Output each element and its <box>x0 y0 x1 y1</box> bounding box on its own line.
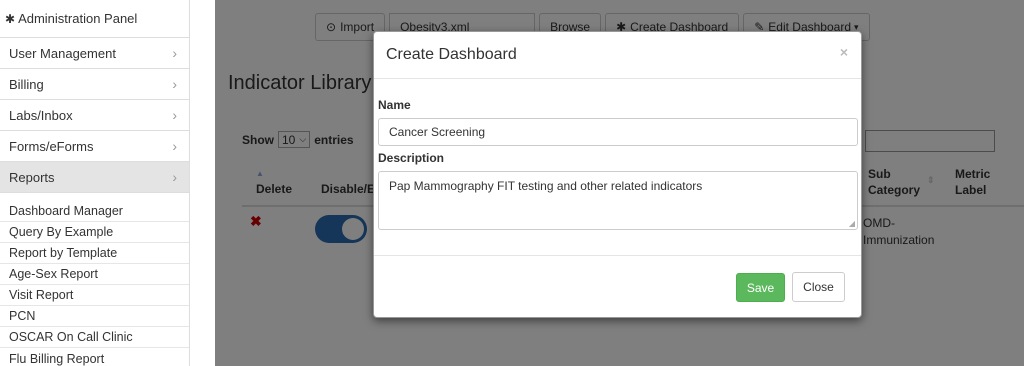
admin-sidebar: ✱ Administration Panel User Management ›… <box>0 0 190 366</box>
chevron-right-icon: › <box>172 107 177 123</box>
sidebar-item-billing[interactable]: Billing › <box>0 69 189 100</box>
name-label: Name <box>378 98 411 112</box>
submenu-item-age-sex-report[interactable]: Age-Sex Report <box>0 264 189 285</box>
sidebar-item-reports[interactable]: Reports › <box>0 162 189 193</box>
modal-footer: Save Close <box>374 255 861 318</box>
sidebar-item-label: Reports <box>9 169 55 185</box>
chevron-right-icon: › <box>172 169 177 185</box>
chevron-right-icon: › <box>172 76 177 92</box>
panel-title: Administration Panel <box>18 11 138 26</box>
modal-header: Create Dashboard × <box>374 32 861 79</box>
create-dashboard-modal: Create Dashboard × Name Cancer Screening… <box>373 31 862 318</box>
description-label: Description <box>378 151 445 165</box>
submenu-item-flu-billing[interactable]: Flu Billing Report <box>0 348 189 366</box>
chevron-right-icon: › <box>172 138 177 154</box>
sidebar-item-forms-eforms[interactable]: Forms/eForms › <box>0 131 189 162</box>
save-button[interactable]: Save <box>736 273 785 302</box>
chevron-right-icon: › <box>172 45 177 61</box>
submenu-item-oscar-on-call[interactable]: OSCAR On Call Clinic <box>0 327 189 348</box>
reports-submenu: Dashboard Manager Query By Example Repor… <box>0 193 189 366</box>
submenu-item-pcn[interactable]: PCN <box>0 306 189 327</box>
close-icon[interactable]: × <box>840 44 848 60</box>
sidebar-item-label: Forms/eForms <box>9 138 94 154</box>
gear-icon: ✱ <box>5 11 16 26</box>
sidebar-item-label: Billing <box>9 76 44 92</box>
resize-handle-icon[interactable]: ◢ <box>849 219 855 228</box>
submenu-item-report-by-template[interactable]: Report by Template <box>0 243 189 264</box>
sidebar-item-label: Labs/Inbox <box>9 107 73 123</box>
submenu-item-dashboard-manager[interactable]: Dashboard Manager <box>0 201 189 222</box>
sidebar-item-labs-inbox[interactable]: Labs/Inbox › <box>0 100 189 131</box>
sidebar-item-label: User Management <box>9 45 116 61</box>
admin-panel-header: ✱ Administration Panel <box>0 0 189 38</box>
submenu-item-query-by-example[interactable]: Query By Example <box>0 222 189 243</box>
modal-title: Create Dashboard <box>386 46 517 63</box>
close-button[interactable]: Close <box>792 272 845 302</box>
name-field[interactable]: Cancer Screening <box>378 118 858 146</box>
sidebar-item-user-management[interactable]: User Management › <box>0 38 189 69</box>
description-text: Pap Mammography FIT testing and other re… <box>389 179 703 193</box>
modal-body: Name Cancer Screening Description Pap Ma… <box>374 79 861 230</box>
submenu-item-visit-report[interactable]: Visit Report <box>0 285 189 306</box>
description-field[interactable]: Pap Mammography FIT testing and other re… <box>378 171 858 230</box>
